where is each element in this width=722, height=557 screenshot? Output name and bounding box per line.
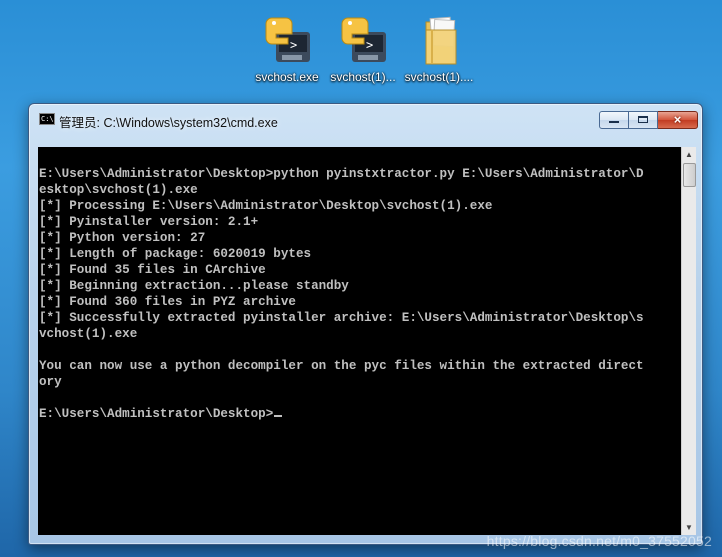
- desktop-icon-label: svchost(1)...: [330, 70, 396, 84]
- console-line: [*] Processing E:\Users\Administrator\De…: [39, 199, 493, 213]
- maximize-icon: [629, 112, 657, 128]
- cmd-app-icon[interactable]: C:\: [39, 113, 55, 125]
- console-line: ory: [39, 375, 62, 389]
- window-title: 管理员: C:\Windows\system32\cmd.exe: [59, 116, 278, 130]
- scroll-thumb[interactable]: [683, 163, 696, 187]
- vertical-scrollbar[interactable]: ▲ ▼: [681, 147, 696, 535]
- folder-icon: [412, 12, 466, 68]
- console-output[interactable]: E:\Users\Administrator\Desktop>python py…: [38, 147, 681, 535]
- console-line: [*] Pyinstaller version: 2.1+: [39, 215, 259, 229]
- console-line: [*] Python version: 27: [39, 231, 206, 245]
- console-line: vchost(1).exe: [39, 327, 138, 341]
- desktop-icon-svchost-1[interactable]: > svchost(1)...: [324, 12, 402, 84]
- svg-text:>: >: [290, 38, 297, 52]
- minimize-button[interactable]: [599, 111, 629, 129]
- python-exe-icon: >: [260, 12, 314, 68]
- close-icon: ×: [673, 112, 682, 127]
- maximize-button[interactable]: [629, 111, 658, 129]
- desktop-icon-label: svchost(1)....: [404, 70, 474, 84]
- console-line: E:\Users\Administrator\Desktop>: [39, 406, 681, 422]
- console-line: [*] Beginning extraction...please standb…: [39, 279, 349, 293]
- desktop-icon-svchost-folder[interactable]: svchost(1)....: [400, 12, 478, 84]
- watermark: https://blog.csdn.net/m0_37552052: [486, 533, 712, 549]
- desktop-icon-svchost[interactable]: > svchost.exe: [248, 12, 326, 84]
- svg-text:>: >: [366, 38, 373, 52]
- title-bar[interactable]: C:\ 管理员: C:\Windows\system32\cmd.exe ×: [29, 104, 702, 134]
- console-line: esktop\svchost(1).exe: [39, 183, 198, 197]
- console-line: [*] Found 35 files in CArchive: [39, 263, 266, 277]
- console-line: [*] Successfully extracted pyinstaller a…: [39, 311, 644, 325]
- close-button[interactable]: ×: [658, 111, 698, 129]
- python-exe-icon: >: [336, 12, 390, 68]
- scroll-up-arrow-icon[interactable]: ▲: [682, 147, 696, 162]
- console-line: [*] Length of package: 6020019 bytes: [39, 247, 312, 261]
- desktop-icon-label: svchost.exe: [255, 70, 319, 84]
- minimize-icon: [600, 112, 628, 128]
- console-line: You can now use a python decompiler on t…: [39, 359, 644, 373]
- cmd-window: C:\ 管理员: C:\Windows\system32\cmd.exe × E…: [28, 103, 703, 545]
- console-line: [*] Found 360 files in PYZ archive: [39, 295, 296, 309]
- text-cursor: [274, 415, 283, 417]
- console-line: E:\Users\Administrator\Desktop>python py…: [39, 167, 644, 181]
- console-lines: E:\Users\Administrator\Desktop>python py…: [39, 150, 681, 422]
